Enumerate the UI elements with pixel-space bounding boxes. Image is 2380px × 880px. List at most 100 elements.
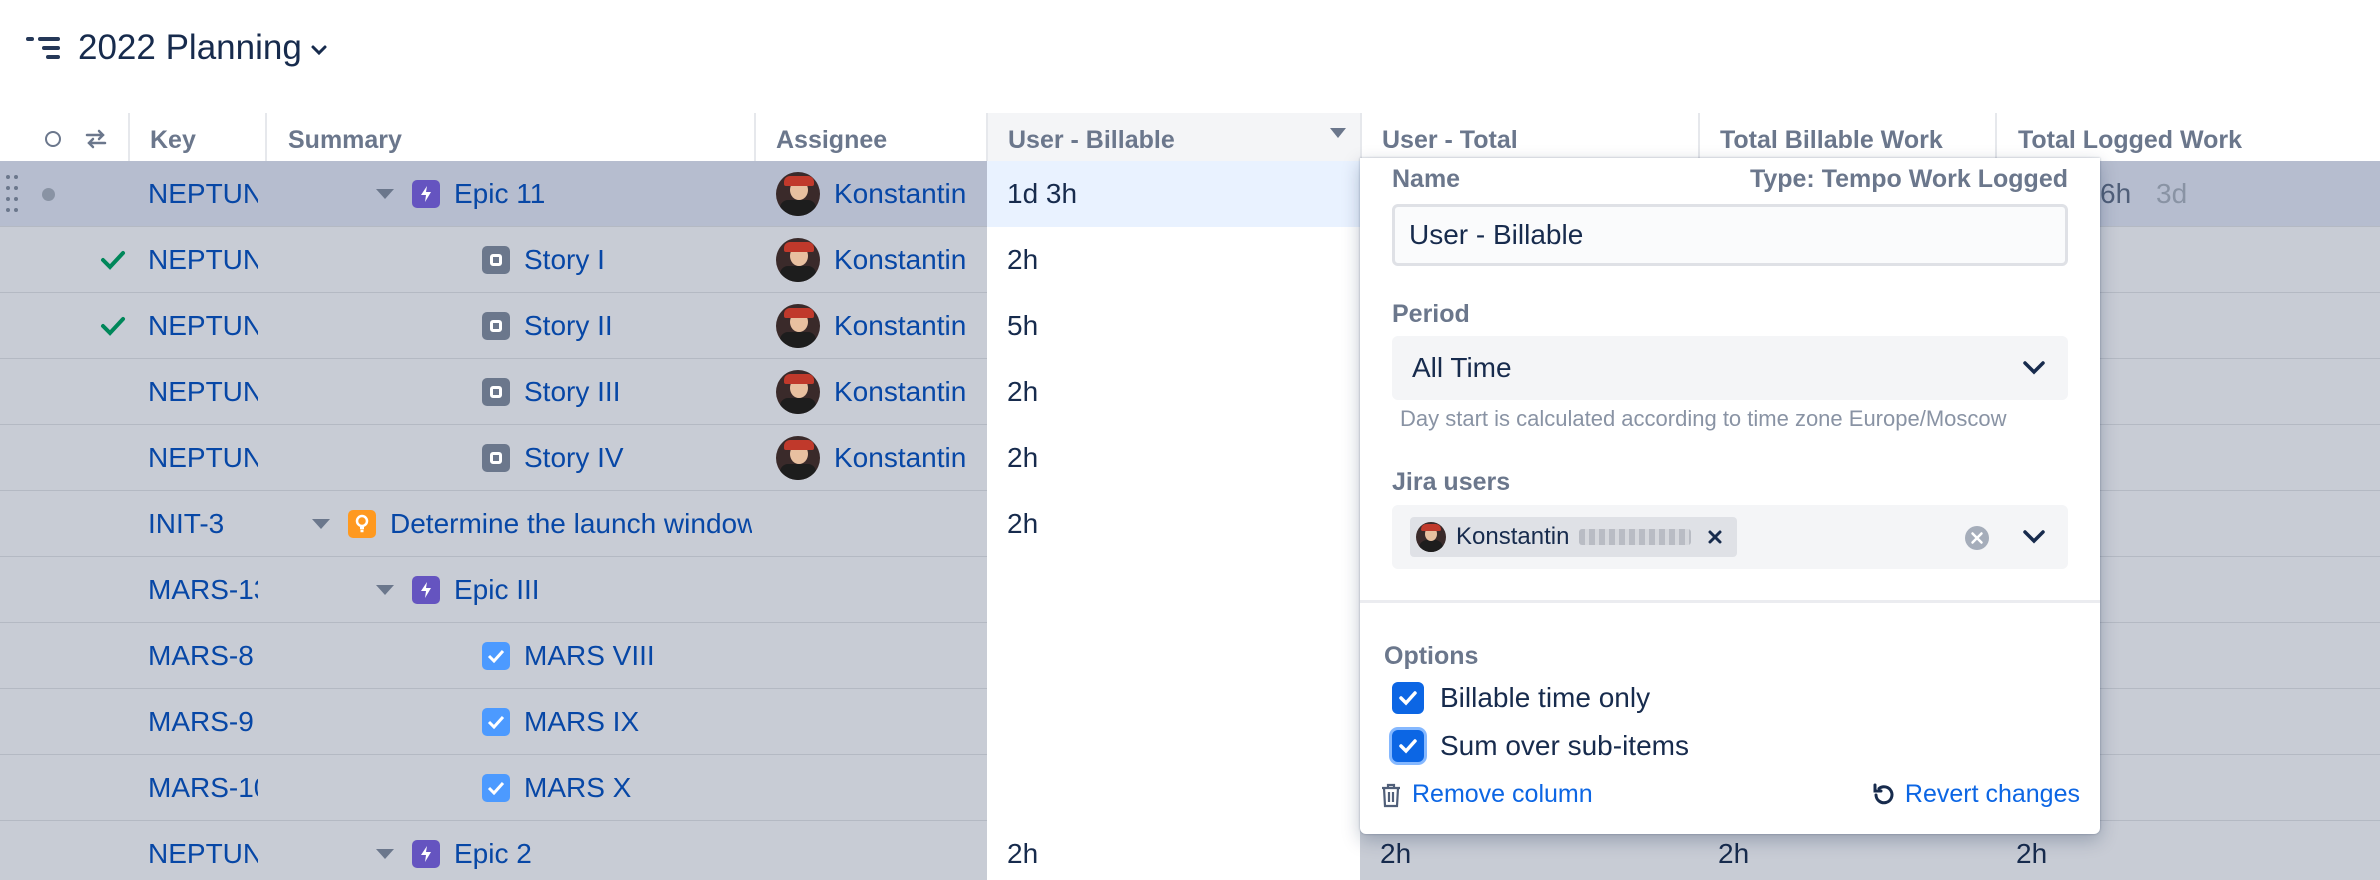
chevron-down-icon (2023, 361, 2045, 375)
issue-key[interactable]: MARS-10 (148, 755, 258, 821)
issue-key[interactable]: NEPTUNE (148, 293, 258, 359)
issue-key[interactable]: NEPTUNE (148, 161, 258, 227)
column-header-user-billable-label: User - Billable (1008, 126, 1175, 154)
assignee[interactable]: Konstantin (776, 161, 976, 227)
user-billable-cell[interactable]: 2h (987, 227, 1360, 293)
expand-caret-icon[interactable] (376, 189, 394, 199)
triangle-down-icon[interactable] (1330, 128, 1346, 138)
issue-summary[interactable]: MARS VIII (482, 623, 655, 689)
revert-changes-button[interactable]: Revert changes (1871, 780, 2080, 809)
issue-summary-text: Story III (524, 376, 621, 407)
task-checkbox-icon (482, 774, 510, 802)
issue-summary-text: MARS IX (524, 706, 640, 737)
checkbox-checked-icon[interactable] (1392, 682, 1424, 714)
issue-key[interactable]: NEPTUNE (148, 821, 258, 880)
table-header: Key Summary Assignee User - Billable Use… (0, 113, 2380, 163)
epic-icon (412, 576, 440, 604)
checkbox-checked-icon[interactable] (1392, 730, 1424, 762)
chevron-down-icon[interactable] (310, 43, 328, 57)
story-icon (482, 312, 510, 340)
billable-only-label: Billable time only (1440, 682, 1651, 713)
assignee[interactable]: Konstantin (776, 293, 976, 359)
sum-subitems-label: Sum over sub-items (1440, 730, 1689, 761)
column-header-user-billable[interactable]: User - Billable (988, 113, 1360, 161)
column-header-user-total[interactable]: User - Total (1382, 113, 1518, 161)
user-billable-cell[interactable] (987, 689, 1360, 755)
jira-users-label: Jira users (1392, 468, 1511, 496)
column-header-total-billable[interactable]: Total Billable Work (1720, 113, 1943, 161)
epic-icon (412, 840, 440, 868)
remove-column-button[interactable]: Remove column (1380, 780, 1593, 809)
issue-summary-text: Determine the launch window (390, 508, 752, 539)
issue-summary-text: Epic 11 (454, 178, 546, 209)
user-chip[interactable]: Konstantin (1410, 517, 1738, 557)
issue-key[interactable]: NEPTUNE (148, 227, 258, 293)
user-billable-cell[interactable]: 5h (987, 293, 1360, 359)
issue-summary-text: Story II (524, 310, 613, 341)
issue-key[interactable]: MARS-8 (148, 623, 258, 689)
remove-user-icon[interactable] (1707, 529, 1723, 545)
user-billable-cell[interactable] (987, 755, 1360, 821)
swap-icon[interactable] (84, 128, 108, 150)
assignee[interactable]: Konstantin (776, 425, 976, 491)
user-billable-cell[interactable]: 2h (987, 491, 1360, 557)
user-billable-cell[interactable]: 1d 3h (987, 161, 1360, 227)
chevron-down-icon[interactable] (2022, 529, 2046, 545)
avatar (776, 172, 820, 216)
drag-handle-icon[interactable] (6, 175, 20, 213)
assignee[interactable]: Konstantin (776, 359, 976, 425)
period-label: Period (1392, 300, 1470, 328)
issue-summary[interactable]: Epic III (376, 557, 540, 623)
structure-icon (26, 33, 60, 63)
column-header-total-logged[interactable]: Total Logged Work (2018, 113, 2242, 161)
jira-users-select[interactable]: Konstantin (1392, 505, 2068, 569)
issue-summary[interactable]: Epic 2 (376, 821, 532, 880)
user-billable-cell[interactable]: 2h (987, 821, 1360, 880)
period-select[interactable]: All Time (1392, 336, 2068, 400)
column-header-assignee[interactable]: Assignee (776, 113, 887, 161)
issue-key[interactable]: MARS-9 (148, 689, 258, 755)
issue-key[interactable]: NEPTUNE (148, 359, 258, 425)
issue-summary-text: Story IV (524, 442, 624, 473)
issue-summary[interactable]: Epic 11 (376, 161, 545, 227)
issue-summary[interactable]: Determine the launch window (312, 491, 752, 557)
undo-icon (1873, 783, 1894, 804)
assignee-name: Konstantin (834, 244, 967, 275)
story-icon (482, 246, 510, 274)
status-dot-icon (42, 188, 55, 201)
user-billable-cell[interactable] (987, 623, 1360, 689)
billable-only-option[interactable]: Billable time only (1392, 682, 1650, 714)
issue-summary-text: Story I (524, 244, 605, 275)
issue-key[interactable]: NEPTUNE (148, 425, 258, 491)
expand-caret-icon[interactable] (312, 519, 330, 529)
expand-caret-icon[interactable] (376, 585, 394, 595)
page-header: 2022 Planning (26, 20, 328, 76)
user-billable-cell[interactable]: 2h (987, 425, 1360, 491)
column-header-summary[interactable]: Summary (288, 113, 402, 161)
page-title[interactable]: 2022 Planning (78, 28, 302, 68)
issue-key[interactable]: MARS-13 (148, 557, 258, 623)
avatar (776, 238, 820, 282)
issue-summary[interactable]: Story III (482, 359, 620, 425)
story-icon (482, 444, 510, 472)
issue-summary[interactable]: MARS X (482, 755, 631, 821)
user-billable-cell[interactable] (987, 557, 1360, 623)
column-header-key[interactable]: Key (150, 113, 196, 161)
issue-key[interactable]: INIT-3 (148, 491, 258, 557)
user-chip-name: Konstantin (1456, 523, 1570, 550)
expand-caret-icon[interactable] (376, 849, 394, 859)
issue-summary[interactable]: Story IV (482, 425, 624, 491)
issue-summary[interactable]: Story I (482, 227, 605, 293)
avatar (776, 436, 820, 480)
clear-icon[interactable] (1964, 525, 1990, 551)
assignee[interactable]: Konstantin (776, 227, 976, 293)
task-checkbox-icon (482, 708, 510, 736)
avatar (1416, 522, 1446, 552)
issue-summary[interactable]: Story II (482, 293, 613, 359)
user-billable-cell[interactable]: 2h (987, 359, 1360, 425)
sum-subitems-option[interactable]: Sum over sub-items (1392, 730, 1689, 762)
column-name-input[interactable]: User - Billable (1392, 204, 2068, 266)
circle-icon[interactable] (44, 130, 62, 148)
assignee-name: Konstantin (834, 376, 967, 407)
issue-summary[interactable]: MARS IX (482, 689, 639, 755)
